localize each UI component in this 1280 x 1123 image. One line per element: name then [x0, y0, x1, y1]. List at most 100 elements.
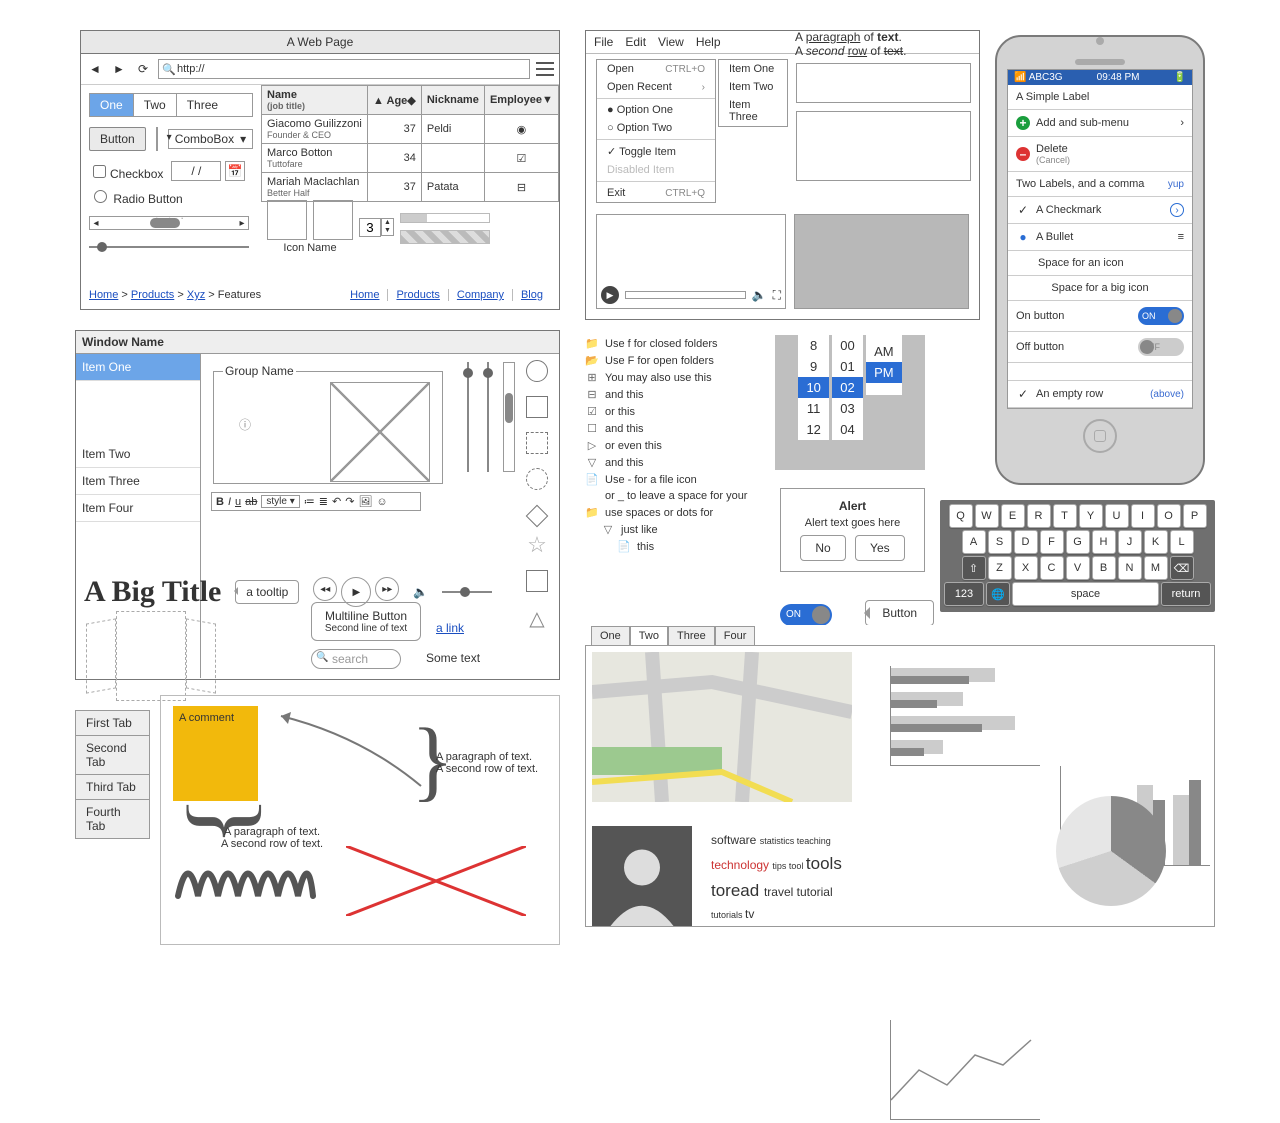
help-icon[interactable]: ⓘ [239, 416, 251, 433]
key-r[interactable]: R [1027, 504, 1051, 528]
key-g[interactable]: G [1066, 530, 1090, 554]
toggle[interactable]: ON [1138, 307, 1184, 325]
date-input[interactable]: / / [171, 161, 221, 181]
key-o[interactable]: O [1157, 504, 1181, 528]
col-nick[interactable]: Nickname [421, 86, 484, 115]
tab-four[interactable]: Four [715, 626, 756, 646]
next-icon[interactable]: ▸▸ [375, 577, 399, 601]
phone-row-two-labels[interactable]: Two Labels, and a commayup [1008, 172, 1192, 197]
key-z[interactable]: Z [988, 556, 1012, 580]
phone-row-checkmark[interactable]: ✓A Checkmark› [1008, 197, 1192, 224]
text-input[interactable] [796, 63, 971, 103]
col-name[interactable]: Name(job title) [262, 86, 368, 115]
tree-item[interactable]: ⊟and this [585, 386, 755, 403]
tree-item[interactable]: ☐and this [585, 420, 755, 437]
phone-row-on-button[interactable]: On buttonON [1008, 301, 1192, 332]
tag[interactable]: software [711, 833, 760, 847]
list-item[interactable]: Item One [76, 354, 200, 381]
video-player[interactable]: ▶ 🔈 ⛶ [596, 214, 786, 309]
on-screen-keyboard[interactable]: QWERTYUIOP ASDFGHJKL ⇧ZXCVBNM⌫ 123 🌐 spa… [940, 500, 1215, 612]
menu-help[interactable]: Help [696, 35, 721, 49]
key-u[interactable]: U [1105, 504, 1129, 528]
phone-row-add-submenu[interactable]: +Add and sub-menu› [1008, 110, 1192, 137]
numeric-stepper[interactable]: ▲▼ [359, 218, 394, 237]
v-slider-bar[interactable] [483, 362, 493, 472]
menu-bar[interactable]: File Edit View Help [586, 31, 979, 54]
phone-row-space-big-icon[interactable]: Space for a big icon [1008, 276, 1192, 301]
list-item[interactable]: Item Four [76, 495, 200, 522]
key-p[interactable]: P [1183, 504, 1207, 528]
tabs[interactable]: One Two Three Four [591, 626, 1221, 646]
sticky-note[interactable]: A comment [173, 706, 258, 801]
color-picker[interactable] [156, 127, 158, 151]
key-n[interactable]: N [1118, 556, 1142, 580]
key-h[interactable]: H [1092, 530, 1116, 554]
vtab[interactable]: First Tab [75, 710, 150, 736]
globe-key[interactable]: 🌐 [986, 582, 1010, 606]
tab-two[interactable]: Two [134, 94, 177, 116]
volume-slider[interactable] [442, 585, 492, 599]
tag[interactable]: statistics [760, 836, 797, 846]
tree-item[interactable]: 📄this [585, 538, 755, 555]
list-item[interactable]: Item Two [76, 441, 200, 468]
tag[interactable]: teaching [797, 836, 831, 846]
text-area[interactable] [796, 111, 971, 181]
h-slider[interactable] [89, 240, 249, 254]
phone-row-simple-label[interactable]: A Simple Label [1008, 85, 1192, 110]
calendar-icon[interactable]: 📅 [225, 161, 245, 181]
toggle-on[interactable]: ON [780, 604, 832, 626]
tree-item[interactable]: 📁Use f for closed folders [585, 335, 755, 352]
tree-item[interactable]: 📄Use - for a file icon [585, 471, 755, 488]
tag[interactable]: toread [711, 881, 764, 900]
key-s[interactable]: S [988, 530, 1012, 554]
phone-row-empty-row[interactable]: ✓An empty row(above) [1008, 381, 1192, 408]
v-scrollbar[interactable] [503, 362, 515, 472]
key-c[interactable]: C [1040, 556, 1064, 580]
menu-view[interactable]: View [658, 35, 684, 49]
key-q[interactable]: Q [949, 504, 973, 528]
space-key[interactable]: space [1012, 582, 1159, 606]
tag[interactable]: tutorials [711, 910, 745, 920]
tab-one[interactable]: One [90, 94, 134, 116]
tree-item[interactable]: ▷or even this [585, 437, 755, 454]
prev-icon[interactable]: ◂◂ [313, 577, 337, 601]
volume-icon[interactable]: 🔈 [413, 585, 428, 599]
col-emp[interactable]: Employee▼ [484, 86, 558, 115]
tree[interactable]: 📁Use f for closed folders📂Use F for open… [585, 335, 755, 575]
key-f[interactable]: F [1040, 530, 1064, 554]
fullscreen-icon[interactable]: ⛶ [773, 288, 781, 303]
combobox[interactable]: ComboBox▾ [168, 129, 253, 149]
tree-item[interactable]: 📁use spaces or dots for [585, 504, 755, 521]
tree-item[interactable]: ⊞You may also use this [585, 369, 755, 386]
tag[interactable]: tutorial [797, 885, 833, 899]
phone-row-off-button[interactable]: Off buttonOFF [1008, 332, 1192, 363]
play-icon[interactable]: ▶ [601, 286, 619, 304]
volume-icon[interactable]: 🔈 [752, 288, 767, 302]
numbers-key[interactable]: 123 [944, 582, 984, 606]
tab-two[interactable]: Two [630, 626, 668, 646]
button-bar[interactable]: One Two Three [89, 93, 253, 117]
time-picker[interactable]: 89101112 0001020304 AMPM [775, 335, 925, 470]
tab-three[interactable]: Three [668, 626, 715, 646]
key-i[interactable]: I [1131, 504, 1155, 528]
key-m[interactable]: M [1144, 556, 1168, 580]
url-input[interactable]: http:// [158, 59, 530, 79]
seek-bar[interactable] [625, 291, 746, 299]
menu-file[interactable]: File [594, 35, 613, 49]
tree-item[interactable]: ▽and this [585, 454, 755, 471]
forward-icon[interactable]: ► [110, 60, 128, 78]
reload-icon[interactable]: ⟳ [134, 60, 152, 78]
multiline-button[interactable]: Multiline Button Second line of text [311, 602, 421, 641]
link[interactable]: a link [436, 621, 464, 635]
no-button[interactable]: No [800, 535, 845, 561]
key-j[interactable]: J [1118, 530, 1142, 554]
table-row[interactable]: Marco BottonTuttofare34☑ [262, 144, 559, 173]
shift-key[interactable]: ⇧ [962, 556, 986, 580]
vtab[interactable]: Second Tab [75, 735, 150, 775]
key-a[interactable]: A [962, 530, 986, 554]
tree-item[interactable]: ☑or this [585, 403, 755, 420]
key-b[interactable]: B [1092, 556, 1116, 580]
yes-button[interactable]: Yes [855, 535, 905, 561]
tree-item[interactable]: ▽just like [585, 521, 755, 538]
table-row[interactable]: Giacomo GuilizzoniFounder & CEO37Peldi◉ [262, 115, 559, 144]
